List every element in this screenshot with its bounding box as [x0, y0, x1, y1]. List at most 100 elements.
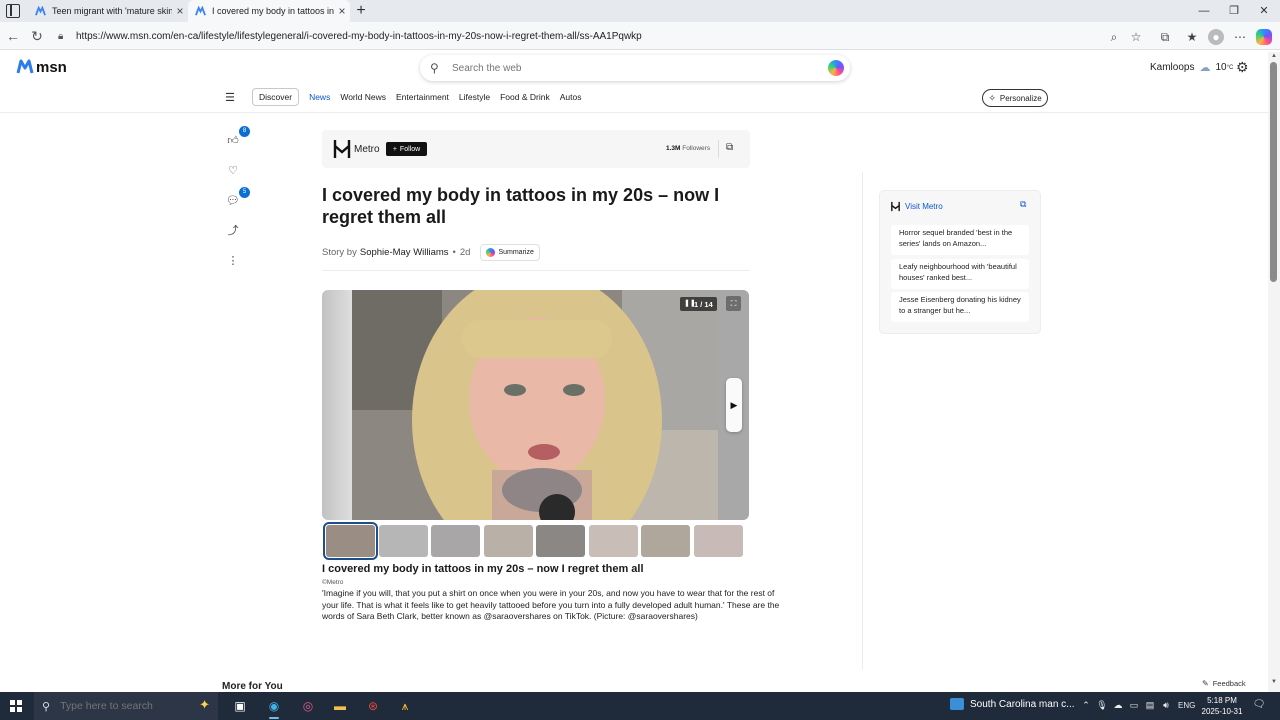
copilot-search-icon[interactable]	[828, 60, 844, 76]
related-story-3[interactable]: Jesse Eisenberg donating his kidney to a…	[891, 292, 1029, 322]
window-minimize-button[interactable]: —	[1188, 0, 1220, 22]
pause-icon[interactable]: ❚❚	[684, 298, 696, 310]
slideshow-image[interactable]	[322, 290, 749, 520]
news-icon	[950, 698, 964, 710]
visit-publisher-link[interactable]: Visit Metro	[905, 202, 943, 211]
thumbnail-8[interactable]	[693, 525, 743, 557]
show-hidden-icons-chevron-icon[interactable]: ⌃	[1080, 700, 1092, 711]
zoom-icon[interactable]: ⌕	[1106, 29, 1122, 45]
personalize-button[interactable]: ✧ Personalize	[982, 89, 1048, 107]
dislike-icon[interactable]: ♡	[224, 162, 242, 180]
site-info-icon[interactable]: 🔒︎	[58, 31, 72, 42]
browser-tab-tattoos[interactable]: I covered my body in tattoos in m ×	[188, 0, 350, 22]
input-language[interactable]: ENG	[1178, 701, 1195, 710]
more-for-you-heading: More for You	[222, 681, 283, 692]
related-story-1[interactable]: Horror sequel branded 'best in the serie…	[891, 225, 1029, 255]
news-widget[interactable]: South Carolina man c...	[950, 698, 1075, 710]
web-search-box[interactable]: ⚲	[420, 55, 850, 81]
copilot-app-icon[interactable]: ◎	[296, 694, 320, 718]
tab-close-icon[interactable]: ×	[334, 4, 350, 18]
hamburger-menu-icon[interactable]: ☰	[222, 91, 238, 104]
thumbnail-2[interactable]	[378, 525, 428, 557]
copilot-icon[interactable]	[1256, 29, 1272, 45]
app-icon[interactable]: ⊛	[361, 694, 385, 718]
more-actions-icon[interactable]: ⋮	[224, 252, 242, 270]
next-slide-chevron-icon[interactable]: ▶	[726, 378, 742, 432]
copilot-summarize-icon	[486, 248, 496, 257]
volume-icon[interactable]: 🔊︎	[1160, 700, 1172, 711]
favorite-star-icon[interactable]: ☆	[1128, 29, 1144, 45]
extensions-icon[interactable]: ⧉	[1157, 29, 1173, 45]
edge-browser-icon[interactable]: ◉	[262, 694, 286, 719]
thumbnail-6[interactable]	[588, 525, 638, 557]
tab-actions-menu-button[interactable]	[6, 4, 20, 18]
browser-tab-teen-migrant[interactable]: Teen migrant with 'mature skin' w ×	[28, 0, 188, 22]
refresh-icon[interactable]: ↻	[28, 27, 46, 45]
follow-button[interactable]: + Follow	[386, 142, 427, 156]
nav-entertainment[interactable]: Entertainment	[396, 92, 449, 102]
thumbnail-3[interactable]	[431, 525, 480, 557]
weather-widget[interactable]: Kamloops ☁ 10 °C	[1150, 61, 1233, 74]
fullscreen-icon[interactable]: ⛶	[726, 296, 741, 311]
related-story-2[interactable]: Leafy neighbourhood with 'beautiful hous…	[891, 259, 1029, 289]
thumbnail-1[interactable]	[323, 522, 378, 560]
nav-food-drink[interactable]: Food & Drink	[500, 92, 550, 102]
onedrive-cloud-icon[interactable]: ☁	[1112, 700, 1124, 711]
followers-label: Followers	[682, 145, 711, 152]
tab-title: I covered my body in tattoos in m	[212, 6, 334, 16]
settings-gear-icon[interactable]: ⚙	[1236, 60, 1250, 74]
window-maximize-button[interactable]: ❐	[1218, 0, 1250, 22]
taskbar-search[interactable]: ⚲ ✦	[34, 692, 218, 720]
window-close-button[interactable]: ✕	[1248, 0, 1280, 22]
open-external-icon[interactable]: ⧉	[726, 142, 733, 153]
comments-count-badge: 5	[239, 187, 250, 198]
thumbnail-5[interactable]	[536, 525, 585, 557]
clock-date: 2025-10-31	[1201, 707, 1243, 716]
author-name[interactable]: Sophie-May Williams	[360, 247, 449, 258]
file-explorer-icon[interactable]: ▬	[328, 694, 352, 718]
publisher-name[interactable]: Metro	[354, 144, 380, 155]
msn-favicon-icon	[195, 5, 206, 15]
summarize-button[interactable]: Summarize	[480, 244, 540, 261]
app-icon-2[interactable]: ⩚	[393, 694, 417, 718]
scroll-up-arrow-icon[interactable]: ▲	[1269, 53, 1279, 59]
display-icon[interactable]: ▭	[1128, 700, 1140, 711]
system-clock[interactable]: 5:18 PM 2025-10-31	[1200, 695, 1244, 717]
nav-autos[interactable]: Autos	[560, 92, 582, 102]
address-bar[interactable]: 🔒︎ https://www.msn.com/en-ca/lifestyle/l…	[52, 26, 1152, 46]
share-icon[interactable]: ⤴	[224, 222, 242, 240]
favorites-icon[interactable]: ★	[1184, 29, 1200, 45]
clock-time: 5:18 PM	[1207, 696, 1237, 705]
profile-avatar-icon[interactable]: ●	[1208, 29, 1224, 45]
microphone-icon[interactable]: 🎙︎	[1096, 700, 1108, 711]
byline-dot: •	[452, 247, 456, 258]
likes-count-badge: 8	[239, 126, 250, 137]
nav-news[interactable]: News	[309, 92, 330, 102]
more-options-icon[interactable]: ⋯	[1232, 29, 1248, 45]
search-input[interactable]	[452, 62, 812, 74]
msn-logo[interactable]: msn	[16, 58, 67, 76]
back-arrow-icon[interactable]: ←	[4, 27, 22, 45]
thumbnail-4[interactable]	[483, 525, 533, 557]
feedback-button[interactable]: ✎ Feedback	[1202, 676, 1246, 690]
nav-world-news[interactable]: World News	[340, 92, 386, 102]
new-tab-button[interactable]: +	[352, 1, 370, 21]
nav-lifestyle[interactable]: Lifestyle	[459, 92, 490, 102]
cloud-icon: ☁	[1199, 62, 1211, 74]
windows-start-icon[interactable]	[10, 700, 22, 712]
windows-taskbar: ⚲ ✦ ▣ ◉ ◎ ▬ ⊛ ⩚ South Carolina man c... …	[0, 692, 1280, 720]
scroll-down-arrow-icon[interactable]: ▼	[1269, 679, 1279, 685]
nav-discover[interactable]: Discover	[252, 88, 300, 106]
scrollbar-thumb[interactable]	[1270, 62, 1277, 282]
tab-close-icon[interactable]: ×	[172, 4, 188, 18]
network-icon[interactable]: ▤	[1144, 700, 1156, 711]
taskbar-search-input[interactable]	[60, 700, 171, 712]
feedback-icon: ✎	[1202, 678, 1209, 688]
open-external-icon[interactable]: ⧉	[1020, 199, 1026, 210]
task-view-icon[interactable]: ▣	[228, 694, 252, 718]
search-highlight-icon: ✦	[199, 697, 210, 712]
notification-icon[interactable]: 🗨︎	[1252, 699, 1266, 713]
thumbnail-7[interactable]	[641, 525, 690, 557]
feedback-label: Feedback	[1212, 678, 1246, 688]
header-divider	[0, 112, 1268, 113]
